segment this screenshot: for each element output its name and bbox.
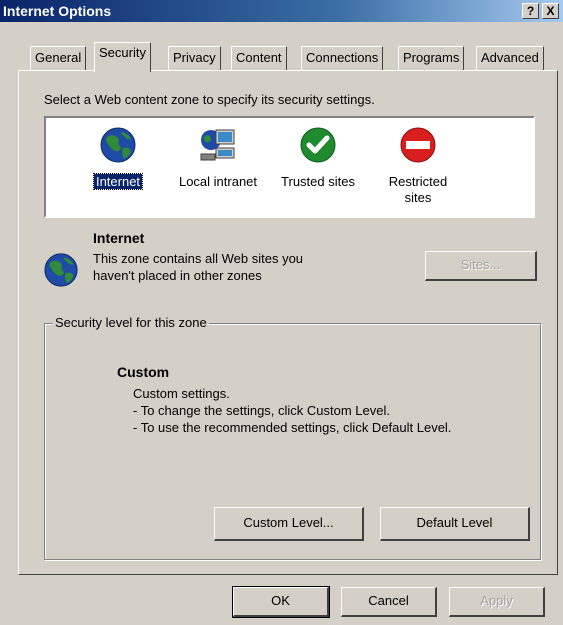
security-level-group-label: Security level for this zone	[53, 315, 209, 330]
tab-content[interactable]: Content	[231, 46, 287, 70]
zone-restricted-sites-label: Restricted sites	[388, 174, 448, 205]
window-title: Internet Options	[3, 3, 112, 19]
tab-general[interactable]: General	[30, 46, 87, 70]
ok-button[interactable]: OK	[232, 586, 330, 618]
internet-options-dialog: Internet Options ? X General Security Pr…	[0, 0, 563, 625]
intranet-icon	[200, 129, 235, 161]
zone-internet[interactable]: Internet	[68, 118, 168, 218]
tab-advanced[interactable]: Advanced	[476, 46, 544, 70]
zone-restricted-sites[interactable]: Restricted sites	[368, 118, 468, 218]
tab-security[interactable]: Security	[94, 42, 151, 72]
zone-local-intranet-label: Local intranet	[178, 174, 258, 189]
tab-privacy[interactable]: Privacy	[168, 46, 221, 70]
zone-list: Internet Local intranet Trusted sites Re…	[44, 116, 535, 218]
zone-trusted-sites[interactable]: Trusted sites	[268, 118, 368, 218]
security-level-line2: - To change the settings, click Custom L…	[133, 403, 390, 418]
zone-internet-label: Internet	[92, 173, 144, 190]
title-bar[interactable]: Internet Options ? X	[0, 0, 563, 22]
tab-strip: General Security Privacy Content Connect…	[0, 40, 563, 72]
checkmark-icon	[300, 127, 336, 163]
security-level-name: Custom	[117, 364, 170, 380]
tab-connections[interactable]: Connections	[301, 46, 384, 70]
security-level-line3: - To use the recommended settings, click…	[133, 420, 452, 435]
security-level-line1: Custom settings.	[133, 386, 230, 401]
cancel-button[interactable]: Cancel	[341, 587, 437, 617]
default-level-button[interactable]: Default Level	[380, 507, 530, 541]
zone-description-line1: This zone contains all Web sites you	[93, 251, 304, 266]
zone-prompt: Select a Web content zone to specify its…	[44, 92, 375, 107]
apply-button[interactable]: Apply	[449, 587, 545, 617]
sites-button[interactable]: Sites...	[425, 251, 537, 281]
close-button[interactable]: X	[542, 3, 559, 19]
zone-local-intranet[interactable]: Local intranet	[168, 118, 268, 218]
no-entry-icon	[400, 127, 436, 163]
zone-description-line2: haven't placed in other zones	[93, 268, 262, 283]
zone-trusted-sites-label: Trusted sites	[281, 174, 355, 189]
globe-icon	[44, 253, 78, 287]
tab-programs[interactable]: Programs	[398, 46, 465, 70]
custom-level-button[interactable]: Custom Level...	[214, 507, 364, 541]
globe-icon	[100, 127, 136, 163]
selected-zone-name: Internet	[93, 230, 145, 246]
help-button[interactable]: ?	[522, 3, 539, 19]
